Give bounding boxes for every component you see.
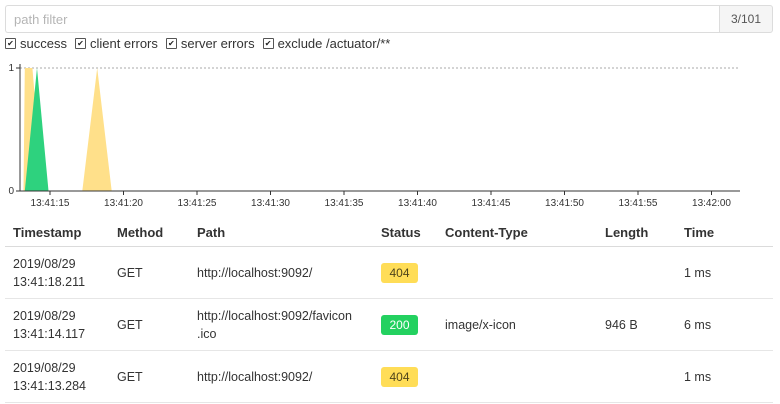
client-errors-checkbox[interactable]: ✔ client errors <box>74 36 158 51</box>
success-checkbox[interactable]: ✔ success <box>5 36 67 51</box>
checkbox-check-icon[interactable]: ✔ <box>74 38 86 49</box>
path-filter-input[interactable] <box>5 5 719 33</box>
table-header-row: Timestamp Method Path Status Content-Typ… <box>5 218 773 247</box>
col-time: Time <box>676 218 773 247</box>
col-path: Path <box>189 218 373 247</box>
method-cell: GET <box>109 298 189 351</box>
col-method: Method <box>109 218 189 247</box>
status-cell: 404 <box>373 246 437 299</box>
filter-bar: 3/101 <box>5 5 773 33</box>
status-cell: 404 <box>373 350 437 403</box>
server-errors-checkbox-label: server errors <box>180 36 255 51</box>
x-tick-label: 13:41:45 <box>472 198 511 209</box>
status-cell: 200 <box>373 298 437 351</box>
x-tick-label: 13:41:40 <box>398 198 437 209</box>
status-filters: ✔ success ✔ client errors ✔ server error… <box>5 36 398 51</box>
method-cell: GET <box>109 246 189 299</box>
table-row[interactable]: 2019/08/29 13:41:14.117 GET http://localh… <box>5 298 773 351</box>
filter-result-count: 3/101 <box>719 5 773 33</box>
path-cell: http://localhost:9092/ <box>189 246 373 299</box>
path-cell: http://localhost:9092/ <box>189 350 373 403</box>
table-row[interactable]: 2019/08/29 13:41:18.211 GET http://localh… <box>5 246 773 299</box>
server-errors-checkbox[interactable]: ✔ server errors <box>165 36 255 51</box>
col-content-type: Content-Type <box>437 218 597 247</box>
time-cell: 6 ms <box>676 298 773 351</box>
status-badge: 404 <box>381 262 418 283</box>
time-cell: 1 ms <box>676 350 773 403</box>
x-tick-label: 13:41:15 <box>31 198 70 209</box>
x-tick-label: 13:41:30 <box>251 198 290 209</box>
x-tick-label: 13:42:00 <box>692 198 731 209</box>
checkbox-check-icon[interactable]: ✔ <box>262 38 274 49</box>
checkbox-check-icon[interactable]: ✔ <box>165 38 177 49</box>
table-row[interactable]: 2019/08/29 13:41:13.284 GET http://localh… <box>5 350 773 403</box>
method-cell: GET <box>109 350 189 403</box>
checkbox-check-icon[interactable]: ✔ <box>5 38 16 49</box>
x-tick-label: 13:41:20 <box>104 198 143 209</box>
content-type-cell <box>437 246 597 299</box>
success-checkbox-label: success <box>20 36 67 51</box>
y-tick-label: 1 <box>8 63 14 74</box>
x-tick-label: 13:41:55 <box>619 198 658 209</box>
length-cell: 946 B <box>597 298 676 351</box>
content-type-cell <box>437 350 597 403</box>
length-cell <box>597 246 676 299</box>
path-cell: http://localhost:9092/favicon .ico <box>189 298 373 351</box>
timestamp-cell: 2019/08/29 13:41:13.284 <box>5 350 109 403</box>
col-timestamp: Timestamp <box>5 218 109 247</box>
traces-chart: 0 1 13:41:15 13:41:20 13:41:25 13:41:30 13:41:… <box>8 63 740 209</box>
content-type-cell: image/x-icon <box>437 298 597 351</box>
timestamp-cell: 2019/08/29 13:41:14.117 <box>5 298 109 351</box>
status-badge: 200 <box>381 314 418 335</box>
status-badge: 404 <box>381 366 418 387</box>
traces-table: Timestamp Method Path Status Content-Typ… <box>5 218 773 403</box>
timestamp-cell: 2019/08/29 13:41:18.211 <box>5 246 109 299</box>
client-errors-checkbox-label: client errors <box>89 36 158 51</box>
col-length: Length <box>597 218 676 247</box>
exclude-actuator-checkbox-label: exclude /actuator/** <box>277 36 391 51</box>
length-cell <box>597 350 676 403</box>
x-tick-label: 13:41:25 <box>178 198 217 209</box>
time-cell: 1 ms <box>676 246 773 299</box>
y-tick-label: 0 <box>8 186 14 197</box>
x-tick-label: 13:41:50 <box>545 198 584 209</box>
x-tick-label: 13:41:35 <box>325 198 364 209</box>
col-status: Status <box>373 218 437 247</box>
exclude-actuator-checkbox[interactable]: ✔ exclude /actuator/** <box>262 36 391 51</box>
